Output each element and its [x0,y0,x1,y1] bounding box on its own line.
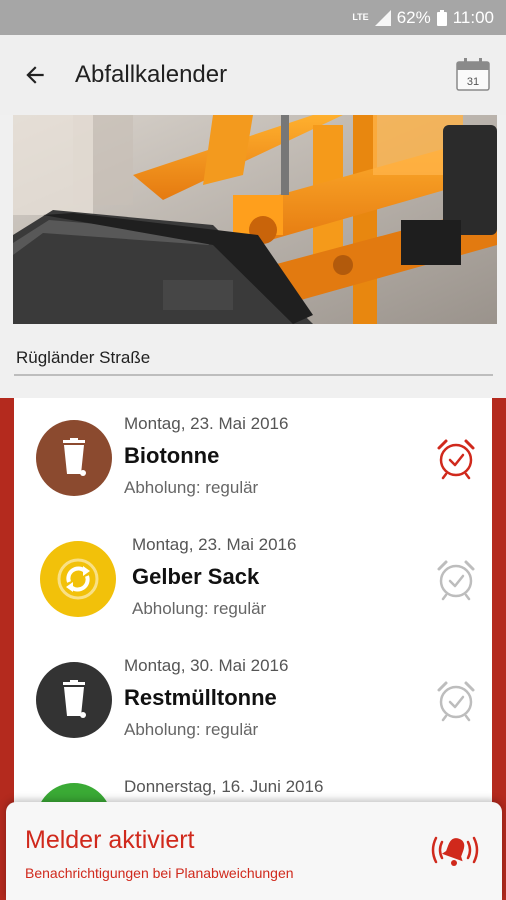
bin-icon [36,420,112,496]
pickup-date: Montag, 30. Mai 2016 [124,656,289,675]
recycle-icon [40,541,116,617]
calendar-button[interactable]: 31 [448,50,498,100]
notification-bell-icon[interactable] [428,830,482,870]
clock: 11:00 [452,7,494,27]
back-button[interactable] [5,45,65,105]
page-title: Abfallkalender [75,61,228,88]
pickup-date: Montag, 23. Mai 2016 [132,535,297,554]
alarm-clock-icon[interactable] [434,557,478,601]
street-input[interactable] [14,340,493,376]
arrow-left-icon [26,66,44,84]
app-bar: Abfallkalender 31 [0,35,506,115]
list-item[interactable]: Montag, 30. Mai 2016 Restmülltonne Abhol… [14,640,492,761]
alarm-clock-icon[interactable] [434,436,478,480]
waste-type: Gelber Sack [132,564,260,589]
list-item[interactable]: Montag, 23. Mai 2016 Gelber Sack Abholun… [14,519,492,640]
banner-subtitle: Benachrichtigungen bei Planabweichungen [25,865,294,881]
pickup-date: Montag, 23. Mai 2016 [124,414,289,433]
hero-image [13,115,497,324]
street-field-wrapper [14,340,493,380]
alarm-clock-icon[interactable] [434,678,478,722]
notification-banner[interactable]: Melder aktiviert Benachrichtigungen bei … [6,802,502,900]
pickup-status: Abholung: regulär [132,599,267,618]
status-bar: LTE 62% 11:00 [0,0,506,35]
waste-type: Biotonne [124,443,220,468]
pickup-status: Abholung: regulär [124,720,259,739]
waste-type: Restmülltonne [124,685,277,710]
pickup-status: Abholung: regulär [124,478,259,497]
garbage-truck-illustration [13,115,497,324]
calendar-day-label: 31 [467,76,479,88]
banner-title: Melder aktiviert [25,826,195,854]
battery-percent: 62% [396,7,431,27]
lte-indicator: LTE [352,12,369,22]
list-item[interactable]: Montag, 23. Mai 2016 Biotonne Abholung: … [14,398,492,519]
pickup-date: Donnerstag, 16. Juni 2016 [124,777,324,796]
battery-icon [436,9,447,26]
signal-icon [374,9,391,26]
calendar-icon: 31 [456,58,490,91]
bin-icon [36,662,112,738]
